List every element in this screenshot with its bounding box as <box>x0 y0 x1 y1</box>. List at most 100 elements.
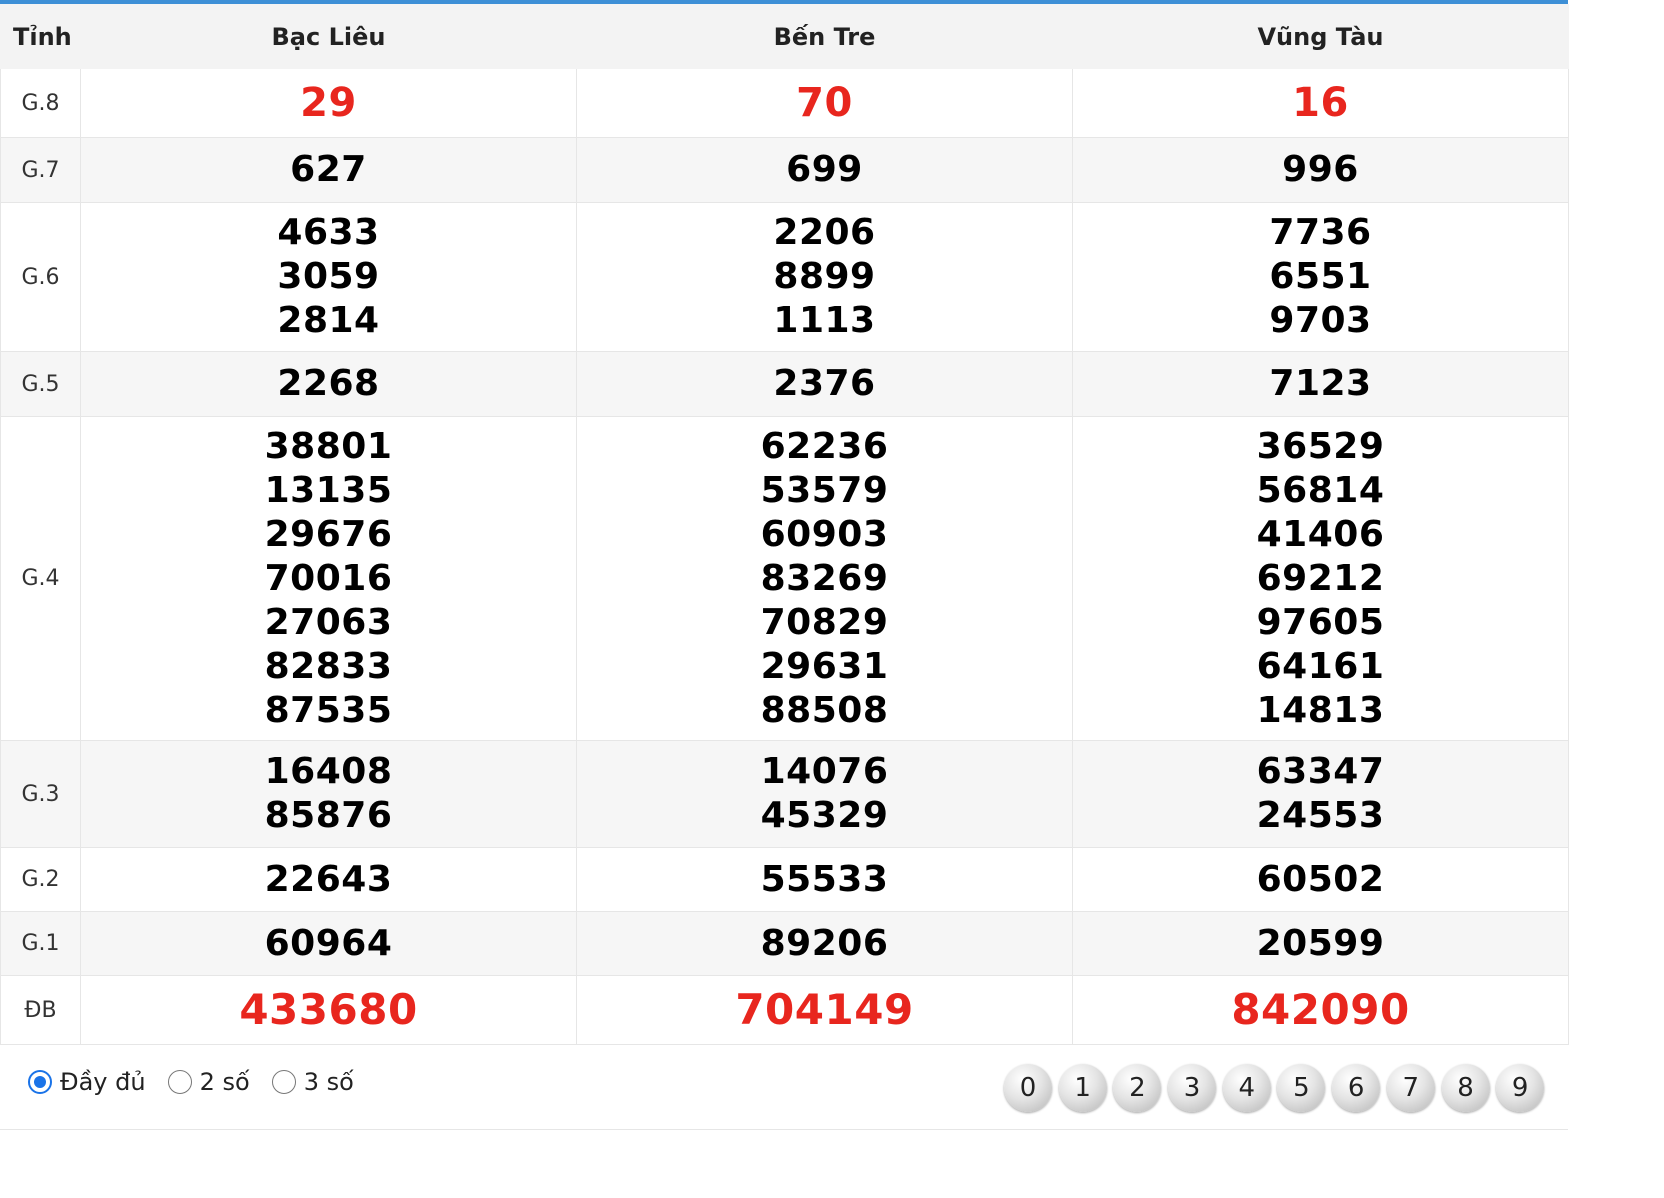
prize-cell: 699 <box>576 137 1073 203</box>
digit-button-5[interactable]: 5 <box>1277 1064 1326 1112</box>
prize-number: 97605 <box>1256 601 1385 643</box>
special-prize-number: 842090 <box>1231 985 1410 1034</box>
prize-cell: 38801 13135 29676 70016 27063 82833 8753… <box>80 416 577 741</box>
prize-number: 60903 <box>760 513 889 555</box>
prize-number: 36529 <box>1256 425 1385 467</box>
prize-number: 55533 <box>760 858 889 900</box>
option-two-digits[interactable]: 2 số <box>167 1068 250 1096</box>
province-header-label: Tỉnh <box>0 4 81 69</box>
prize-number: 56814 <box>1256 469 1385 511</box>
prize-number: 13135 <box>264 469 393 511</box>
prize-number: 7736 <box>1269 212 1372 253</box>
prize-number: 14813 <box>1256 689 1385 731</box>
option-full-label: Đầy đủ <box>60 1068 146 1096</box>
digit-button-3[interactable]: 3 <box>1168 1064 1217 1112</box>
prize-cell: 4633 3059 2814 <box>80 202 577 352</box>
province-name: Bến Tre <box>576 4 1073 69</box>
prize-number: 88508 <box>760 689 889 731</box>
prize-cell: 2206 8899 1113 <box>576 202 1073 352</box>
header-row: Tỉnh Bạc Liêu Bến Tre Vũng Tàu <box>0 4 1569 69</box>
province-name: Vũng Tàu <box>1072 4 1569 69</box>
prize-row-g2: G.2 22643 55533 60502 <box>0 847 1569 912</box>
prize-label: G.4 <box>0 416 81 741</box>
option-two-label: 2 số <box>199 1068 250 1096</box>
prize-row-g6: G.6 4633 3059 2814 2206 8899 1113 7736 6… <box>0 202 1569 352</box>
prize-cell: 16 <box>1072 68 1569 138</box>
prize-number: 2206 <box>773 212 876 253</box>
digit-button-0[interactable]: 0 <box>1004 1064 1052 1112</box>
prize-cell: 996 <box>1072 137 1569 203</box>
digit-button-2[interactable]: 2 <box>1113 1064 1162 1112</box>
prize-number: 83269 <box>760 557 889 599</box>
option-three-label: 3 số <box>303 1068 354 1096</box>
prize-cell: 70 <box>576 68 1073 138</box>
option-three-digits[interactable]: 3 số <box>271 1068 354 1096</box>
prize-label: G.2 <box>0 847 81 912</box>
prize-cell: 433680 <box>80 975 577 1045</box>
prize-number: 64161 <box>1256 645 1385 687</box>
prize-cell: 63347 24553 <box>1072 740 1569 848</box>
results-footer: Đầy đủ 2 số 3 số 0 1 2 3 4 5 6 7 8 9 <box>0 1044 1568 1130</box>
prize-cell: 60964 <box>80 911 577 976</box>
prize-number: 29 <box>300 80 357 126</box>
prize-number: 2268 <box>277 363 380 404</box>
prize-number: 89206 <box>760 922 889 964</box>
prize-cell: 62236 53579 60903 83269 70829 29631 8850… <box>576 416 1073 741</box>
prize-number: 4633 <box>277 212 380 253</box>
prize-number: 82833 <box>264 645 393 687</box>
special-prize-number: 433680 <box>239 985 418 1034</box>
digit-button-1[interactable]: 1 <box>1058 1064 1107 1112</box>
prize-number: 69212 <box>1256 557 1385 599</box>
prize-cell: 7123 <box>1072 351 1569 417</box>
prize-label: G.3 <box>0 740 81 848</box>
province-name: Bạc Liêu <box>80 4 577 69</box>
digit-button-4[interactable]: 4 <box>1222 1064 1271 1112</box>
digit-button-6[interactable]: 6 <box>1332 1064 1381 1112</box>
prize-cell: 2268 <box>80 351 577 417</box>
prize-number: 60964 <box>264 922 393 964</box>
prize-label: ĐB <box>0 975 81 1045</box>
radio-two-digits[interactable] <box>167 1070 192 1094</box>
prize-number: 8899 <box>773 256 876 297</box>
prize-number: 24553 <box>1256 795 1385 836</box>
display-mode-options: Đầy đủ 2 số 3 số <box>28 1068 376 1096</box>
prize-number: 27063 <box>264 601 393 643</box>
prize-number: 29631 <box>760 645 889 687</box>
prize-row-special: ĐB 433680 704149 842090 <box>0 975 1569 1045</box>
prize-cell: 22643 <box>80 847 577 912</box>
prize-number: 16 <box>1292 80 1349 126</box>
prize-number: 63347 <box>1256 751 1385 792</box>
prize-number: 60502 <box>1256 858 1385 900</box>
lottery-results-table: Tỉnh Bạc Liêu Bến Tre Vũng Tàu G.8 29 70… <box>0 4 1569 1045</box>
prize-cell: 60502 <box>1072 847 1569 912</box>
radio-three-digits[interactable] <box>271 1070 296 1094</box>
prize-number: 70829 <box>760 601 889 643</box>
prize-number: 29676 <box>264 513 393 555</box>
prize-number: 38801 <box>264 425 393 467</box>
prize-number: 7123 <box>1269 363 1372 404</box>
special-prize-number: 704149 <box>735 985 914 1034</box>
prize-label: G.1 <box>0 911 81 976</box>
prize-label: G.5 <box>0 351 81 417</box>
prize-cell: 842090 <box>1072 975 1569 1045</box>
prize-cell: 36529 56814 41406 69212 97605 64161 1481… <box>1072 416 1569 741</box>
digit-button-9[interactable]: 9 <box>1496 1064 1545 1112</box>
digit-button-8[interactable]: 8 <box>1441 1064 1490 1112</box>
prize-row-g4: G.4 38801 13135 29676 70016 27063 82833 … <box>0 416 1569 741</box>
prize-number: 3059 <box>277 256 380 297</box>
prize-cell: 14076 45329 <box>576 740 1073 848</box>
option-full[interactable]: Đầy đủ <box>28 1068 146 1096</box>
prize-row-g3: G.3 16408 85876 14076 45329 63347 24553 <box>0 740 1569 848</box>
prize-row-g7: G.7 627 699 996 <box>0 137 1569 203</box>
prize-number: 996 <box>1282 149 1359 190</box>
digit-button-7[interactable]: 7 <box>1386 1064 1435 1112</box>
prize-number: 70016 <box>264 557 393 599</box>
prize-label: G.8 <box>0 68 81 138</box>
prize-number: 6551 <box>1269 256 1372 297</box>
prize-row-g1: G.1 60964 89206 20599 <box>0 911 1569 976</box>
prize-number: 85876 <box>264 795 393 836</box>
prize-number: 41406 <box>1256 513 1385 555</box>
radio-full[interactable] <box>28 1070 52 1094</box>
prize-row-g8: G.8 29 70 16 <box>0 68 1569 138</box>
prize-number: 87535 <box>264 689 393 731</box>
